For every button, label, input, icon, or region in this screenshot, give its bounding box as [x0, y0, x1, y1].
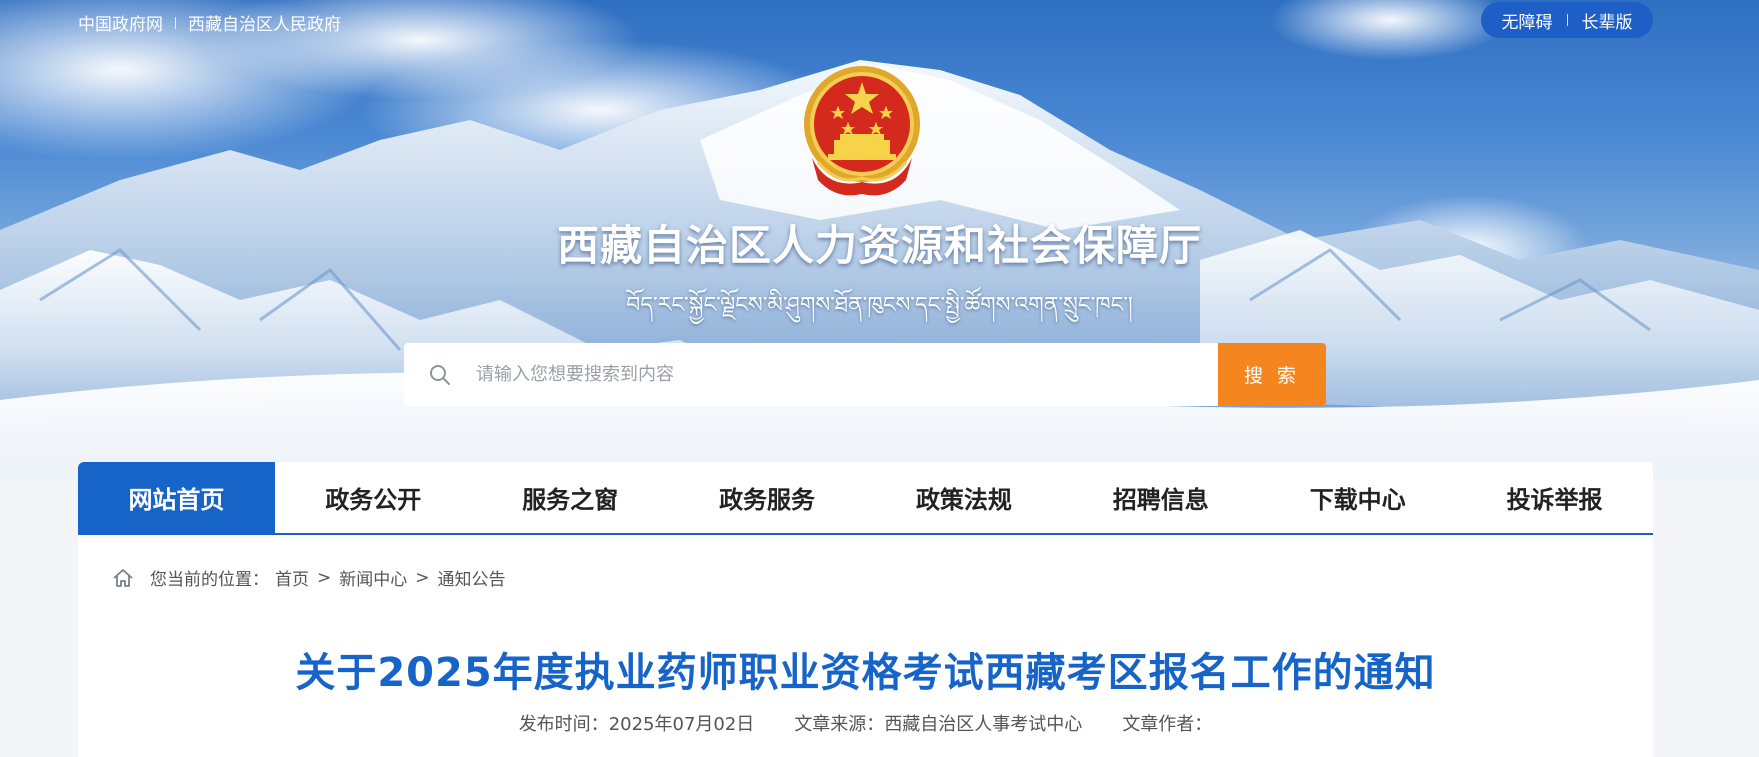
accessibility-pill: 无障碍 长辈版: [1481, 2, 1653, 38]
accessibility-link[interactable]: 无障碍: [1502, 8, 1553, 33]
nav-item-gov-affairs-open[interactable]: 政务公开: [275, 462, 472, 533]
nav-item-downloads[interactable]: 下载中心: [1259, 462, 1456, 533]
topbar-links: 中国政府网 西藏自治区人民政府: [78, 10, 341, 35]
nav-item-recruitment[interactable]: 招聘信息: [1062, 462, 1259, 533]
main-nav: 网站首页 政务公开 服务之窗 政务服务 政策法规 招聘信息 下载中心 投诉举报: [78, 462, 1653, 535]
tibet-gov-link[interactable]: 西藏自治区人民政府: [188, 10, 341, 35]
search-button[interactable]: 搜 索: [1218, 343, 1326, 406]
nav-item-gov-services[interactable]: 政务服务: [669, 462, 866, 533]
source-value: 西藏自治区人事考试中心: [884, 714, 1083, 735]
author-label: 文章作者：: [1122, 714, 1213, 735]
publish-date: 发布时间：2025年07月02日: [519, 710, 755, 736]
search-input[interactable]: [476, 343, 1218, 406]
gov-cn-link[interactable]: 中国政府网: [78, 10, 163, 35]
breadcrumb-separator: >: [317, 567, 332, 588]
elder-mode-link[interactable]: 长辈版: [1582, 8, 1633, 33]
national-emblem-icon: [804, 66, 920, 196]
article-source: 文章来源：西藏自治区人事考试中心: [794, 710, 1082, 736]
publish-label: 发布时间：: [518, 714, 609, 735]
site-subtitle-tibetan: བོད་རང་སྐྱོང་ལྗོངས་མི་ཤུགས་ཐོན་ཁུངས་དང་ས…: [626, 293, 1133, 318]
search-icon: [404, 343, 476, 406]
breadcrumb-prefix: 您当前的位置：: [150, 570, 269, 590]
search-bar: 搜 索: [404, 343, 1326, 406]
article-author: 文章作者：: [1122, 710, 1212, 736]
nav-item-complaints[interactable]: 投诉举报: [1456, 462, 1653, 533]
site-title: 西藏自治区人力资源和社会保障厅: [556, 221, 1202, 270]
breadcrumb: 您当前的位置： 首页 > 新闻中心 > 通知公告: [112, 565, 506, 590]
nav-item-service-window[interactable]: 服务之窗: [472, 462, 669, 533]
home-icon: [113, 568, 133, 587]
header-banner: 中国政府网 西藏自治区人民政府 无障碍 长辈版 西藏自治区人力资源和社会保障厅 …: [0, 0, 1759, 480]
nav-item-home[interactable]: 网站首页: [78, 462, 275, 533]
nav-item-policies[interactable]: 政策法规: [866, 462, 1063, 533]
article-meta: 发布时间：2025年07月02日 文章来源：西藏自治区人事考试中心 文章作者：: [78, 710, 1653, 736]
breadcrumb-news-center[interactable]: 新闻中心: [339, 565, 407, 590]
article-title: 关于2025年度执业药师职业资格考试西藏考区报名工作的通知: [295, 650, 1436, 696]
publish-value: 2025年07月02日: [608, 714, 755, 735]
divider: [1566, 14, 1568, 26]
breadcrumb-separator: >: [415, 567, 430, 588]
breadcrumb-notices[interactable]: 通知公告: [438, 565, 506, 590]
source-label: 文章来源：: [794, 714, 885, 735]
divider: [175, 16, 176, 29]
content-card: 网站首页 政务公开 服务之窗 政务服务 政策法规 招聘信息 下载中心 投诉举报 …: [78, 462, 1653, 757]
breadcrumb-home[interactable]: 首页: [275, 565, 309, 590]
